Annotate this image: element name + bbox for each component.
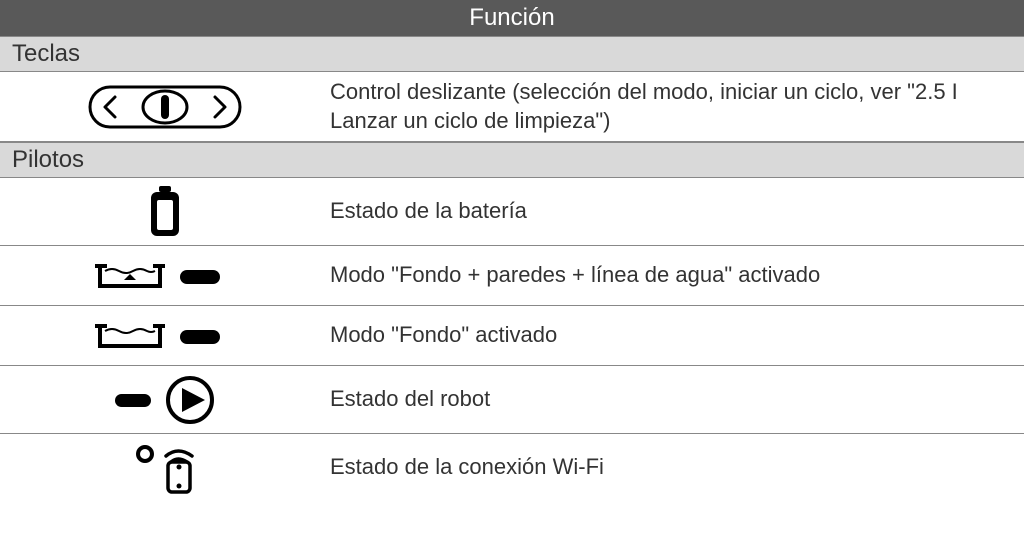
mode-full-description: Modo "Fondo + paredes + línea de agua" a…	[330, 261, 1024, 290]
robot-description: Estado del robot	[330, 385, 1024, 414]
slider-description: Control deslizante (selección del modo, …	[330, 78, 1024, 135]
wifi-description: Estado de la conexión Wi-Fi	[330, 453, 1024, 482]
battery-icon	[0, 184, 330, 239]
slider-control-icon	[0, 82, 330, 132]
section-pilotos: Pilotos	[0, 142, 1024, 178]
pool-floor-mode-icon	[0, 316, 330, 356]
row-slider: Control deslizante (selección del modo, …	[0, 72, 1024, 142]
table-header: Función	[0, 0, 1024, 36]
row-mode-floor: Modo "Fondo" activado	[0, 306, 1024, 366]
row-mode-full: Modo "Fondo + paredes + línea de agua" a…	[0, 246, 1024, 306]
battery-description: Estado de la batería	[330, 197, 1024, 226]
mode-floor-description: Modo "Fondo" activado	[330, 321, 1024, 350]
pool-full-mode-icon	[0, 256, 330, 296]
section-teclas: Teclas	[0, 36, 1024, 72]
robot-status-icon	[0, 372, 330, 427]
wifi-status-icon	[0, 440, 330, 495]
row-robot: Estado del robot	[0, 366, 1024, 434]
row-wifi: Estado de la conexión Wi-Fi	[0, 434, 1024, 501]
row-battery: Estado de la batería	[0, 178, 1024, 246]
